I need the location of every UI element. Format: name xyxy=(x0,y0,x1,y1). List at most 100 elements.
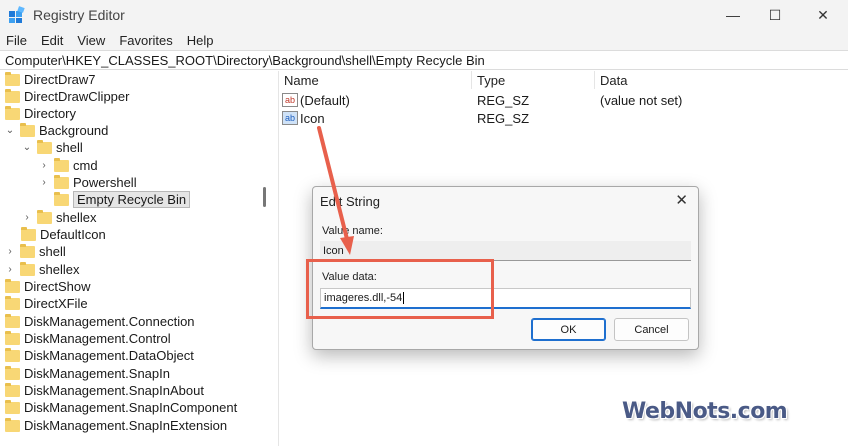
tree-item-cmd[interactable]: › cmd xyxy=(38,157,98,174)
tree-item-label: DirectDrawClipper xyxy=(24,89,130,104)
value-name-label: Value name: xyxy=(322,225,383,237)
pane-splitter[interactable] xyxy=(278,71,279,446)
menu-help[interactable]: Help xyxy=(187,33,214,48)
tree-item-shell-2[interactable]: › shell xyxy=(4,243,66,260)
address-bar[interactable]: Computer\HKEY_CLASSES_ROOT\Directory\Bac… xyxy=(0,50,848,70)
menu-edit[interactable]: Edit xyxy=(41,33,63,48)
folder-icon xyxy=(5,382,20,397)
column-header-name[interactable]: Name xyxy=(279,71,471,89)
folder-icon xyxy=(20,243,35,258)
menu-file[interactable]: File xyxy=(6,33,27,48)
tree-item-diskmanagement-snapinextension[interactable]: DiskManagement.SnapInExtension xyxy=(5,417,227,434)
tree-item-label: DefaultIcon xyxy=(40,227,106,242)
folder-icon xyxy=(54,174,69,189)
tree-item-diskmanagement-snapincomponent[interactable]: DiskManagement.SnapInComponent xyxy=(5,399,237,416)
webnots-watermark: WebNots.com xyxy=(622,399,788,424)
tree-item-label: shellex xyxy=(39,262,80,277)
value-name-text: Icon xyxy=(323,245,344,257)
chevron-right-icon[interactable]: › xyxy=(21,212,33,223)
tree-item-directory[interactable]: Directory xyxy=(5,105,76,122)
column-header-label: Name xyxy=(284,72,319,88)
value-data: (value not set) xyxy=(600,93,683,108)
dialog-close-icon[interactable]: ✕ xyxy=(675,191,688,209)
value-row-icon[interactable]: ab Icon xyxy=(282,109,325,127)
tree-item-label: DiskManagement.Control xyxy=(24,331,171,346)
tree-item-directshow[interactable]: DirectShow xyxy=(5,278,90,295)
value-name: Icon xyxy=(300,110,325,126)
tree-item-label: DiskManagement.SnapInComponent xyxy=(24,400,238,415)
chevron-down-icon[interactable]: ⌄ xyxy=(21,142,33,153)
registry-tree[interactable]: DirectDraw7 DirectDrawClipper Directory … xyxy=(0,71,270,446)
value-name: (Default) xyxy=(300,92,350,108)
tree-item-label: cmd xyxy=(73,158,98,173)
tree-item-label: DiskManagement.Connection xyxy=(24,314,195,329)
title-bar: Registry Editor — ☐ ✕ xyxy=(0,0,848,30)
folder-icon xyxy=(5,365,20,380)
chevron-down-icon[interactable]: ⌄ xyxy=(4,125,16,136)
tree-item-background[interactable]: ⌄ Background xyxy=(4,122,108,139)
tree-item-label: DiskManagement.SnapIn xyxy=(24,366,170,381)
tree-item-label: Directory xyxy=(24,106,77,121)
tree-item-directdraw7[interactable]: DirectDraw7 xyxy=(5,71,96,88)
tree-scrollbar-thumb[interactable] xyxy=(263,187,266,207)
tree-item-empty-recycle-bin[interactable]: Empty Recycle Bin xyxy=(54,191,191,208)
folder-icon xyxy=(5,278,20,293)
folder-icon xyxy=(5,71,20,86)
annotation-highlight-box xyxy=(306,259,494,319)
value-type: REG_SZ xyxy=(477,111,530,126)
folder-icon xyxy=(54,191,69,206)
chevron-right-icon[interactable]: › xyxy=(38,177,50,188)
folder-icon xyxy=(20,122,35,137)
tree-item-label: DiskManagement.DataObject xyxy=(24,348,194,363)
tree-item-label: DiskManagement.SnapInExtension xyxy=(24,418,228,433)
tree-item-diskmanagement-connection[interactable]: DiskManagement.Connection xyxy=(5,313,195,330)
address-path: Computer\HKEY_CLASSES_ROOT\Directory\Bac… xyxy=(5,52,485,68)
tree-item-defaulticon[interactable]: DefaultIcon xyxy=(21,226,106,243)
string-value-icon: ab xyxy=(282,111,298,125)
folder-icon xyxy=(5,347,20,362)
cancel-button[interactable]: Cancel xyxy=(614,318,689,341)
column-header-label: Type xyxy=(477,72,506,88)
folder-icon xyxy=(54,157,69,172)
maximize-button[interactable]: ☐ xyxy=(752,0,798,30)
folder-icon xyxy=(5,330,20,345)
chevron-right-icon[interactable]: › xyxy=(4,264,16,275)
close-button[interactable]: ✕ xyxy=(800,0,846,30)
folder-icon xyxy=(37,139,52,154)
folder-icon xyxy=(5,295,20,310)
folder-icon xyxy=(5,417,20,432)
folder-icon xyxy=(37,209,52,224)
string-value-icon: ab xyxy=(282,93,298,107)
tree-item-label: shell xyxy=(56,140,83,155)
menu-favorites[interactable]: Favorites xyxy=(119,33,172,48)
tree-item-diskmanagement-control[interactable]: DiskManagement.Control xyxy=(5,330,171,347)
tree-item-shellex-2[interactable]: › shellex xyxy=(4,261,79,278)
tree-item-label: DirectDraw7 xyxy=(24,72,96,87)
chevron-right-icon[interactable]: › xyxy=(4,246,16,257)
value-row-default[interactable]: ab (Default) xyxy=(282,91,350,109)
folder-icon xyxy=(21,226,36,241)
window-title: Registry Editor xyxy=(33,7,125,23)
tree-item-label: DirectXFile xyxy=(24,296,88,311)
tree-item-diskmanagement-snapinabout[interactable]: DiskManagement.SnapInAbout xyxy=(5,382,204,399)
menu-bar: File Edit View Favorites Help xyxy=(0,30,848,50)
tree-item-label: Powershell xyxy=(73,175,137,190)
tree-item-directdrawclipper[interactable]: DirectDrawClipper xyxy=(5,88,129,105)
folder-icon xyxy=(5,399,20,414)
tree-item-label: shellex xyxy=(56,210,97,225)
tree-item-diskmanagement-snapin[interactable]: DiskManagement.SnapIn xyxy=(5,365,170,382)
minimize-button[interactable]: — xyxy=(710,0,756,30)
column-header-data[interactable]: Data xyxy=(595,71,845,89)
menu-view[interactable]: View xyxy=(77,33,105,48)
tree-item-label: DirectShow xyxy=(24,279,91,294)
tree-item-label: Background xyxy=(39,123,109,138)
tree-item-label-selected: Empty Recycle Bin xyxy=(73,191,191,208)
column-header-type[interactable]: Type xyxy=(472,71,594,89)
tree-item-shell[interactable]: ⌄ shell xyxy=(21,139,83,156)
tree-item-shellex[interactable]: › shellex xyxy=(21,209,96,226)
tree-item-diskmanagement-dataobject[interactable]: DiskManagement.DataObject xyxy=(5,347,194,364)
ok-button[interactable]: OK xyxy=(531,318,606,341)
chevron-right-icon[interactable]: › xyxy=(38,160,50,171)
tree-item-powershell[interactable]: › Powershell xyxy=(38,174,137,191)
tree-item-directxfile[interactable]: DirectXFile xyxy=(5,295,88,312)
